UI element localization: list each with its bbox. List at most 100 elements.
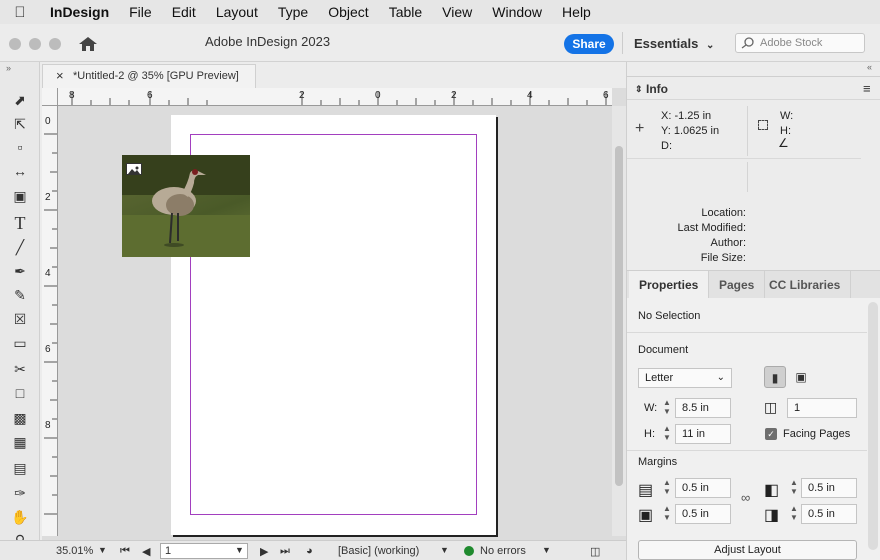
margin-bottom-icon: ▣ <box>638 507 654 524</box>
rectangle-tool-icon[interactable]: ▭ <box>10 333 30 353</box>
menu-layout[interactable]: Layout <box>206 4 268 20</box>
vertical-ruler[interactable]: 0 2 4 6 8 <box>42 106 58 536</box>
menu-edit[interactable]: Edit <box>162 4 206 20</box>
gap-tool-icon[interactable]: ↔ <box>10 161 30 181</box>
content-collector-icon[interactable]: ▣ <box>10 186 30 206</box>
page-size-select[interactable]: Letter ⌄ <box>638 368 732 388</box>
adjust-layout-button[interactable]: Adjust Layout <box>638 540 857 560</box>
properties-scrollbar[interactable] <box>868 302 878 550</box>
bounding-box-icon <box>758 120 768 130</box>
scissors-tool-icon[interactable]: ✂ <box>10 359 30 379</box>
line-tool-icon[interactable]: ╱ <box>10 237 30 257</box>
last-page-icon[interactable]: ⏭ <box>280 545 290 558</box>
page-size-value: Letter <box>645 372 674 384</box>
preflight-errors[interactable]: No errors <box>480 545 526 557</box>
divider <box>627 158 861 159</box>
previous-page-icon[interactable]: ◀ <box>142 545 150 558</box>
placed-image-frame[interactable] <box>122 155 250 257</box>
height-stepper[interactable]: ▲ ▼ <box>660 424 674 444</box>
vertical-ruler-ticks <box>44 133 57 515</box>
width-stepper[interactable]: ▲ ▼ <box>660 398 674 418</box>
tab-properties[interactable]: Properties <box>629 271 710 299</box>
window-zoom-button[interactable] <box>49 38 61 50</box>
height-field[interactable]: 11 in <box>675 424 731 444</box>
chevron-down-icon[interactable]: ▼ <box>98 545 107 555</box>
document-tab[interactable]: × *Untitled-2 @ 35% [GPU Preview] <box>42 64 256 88</box>
selection-status: No Selection <box>638 310 701 322</box>
window-minimize-button[interactable] <box>29 38 41 50</box>
workspace-switcher[interactable]: Essentials ⌄ <box>634 36 714 51</box>
ruler-label: 4 <box>45 268 51 279</box>
tab-pages[interactable]: Pages <box>709 271 766 299</box>
apple-menu-icon[interactable]:  <box>0 4 40 21</box>
ruler-label: 2 <box>299 90 305 101</box>
menu-view[interactable]: View <box>432 4 482 20</box>
gradient-swatch-tool-icon[interactable]: ▩ <box>10 408 30 428</box>
margin-inside-field[interactable]: 0.5 in <box>801 478 857 498</box>
margin-inside-stepper[interactable]: ▲ ▼ <box>787 478 801 498</box>
link-margins-icon[interactable]: ∞ <box>741 490 750 505</box>
collapse-icon[interactable]: » <box>6 63 11 73</box>
margin-top-stepper[interactable]: ▲ ▼ <box>660 478 674 498</box>
zoom-level[interactable]: 35.01% <box>56 545 93 557</box>
ruler-origin[interactable] <box>42 88 58 106</box>
menu-help[interactable]: Help <box>552 4 601 20</box>
menu-type[interactable]: Type <box>268 4 318 20</box>
chevron-down-icon[interactable]: ▼ <box>542 545 551 555</box>
note-tool-icon[interactable]: ▤ <box>10 458 30 478</box>
landscape-orientation-icon[interactable]: ▣ <box>790 366 812 388</box>
type-tool-icon[interactable]: T <box>10 213 30 233</box>
menu-app[interactable]: InDesign <box>40 4 119 20</box>
share-button[interactable]: Share <box>564 34 614 54</box>
width-field[interactable]: 8.5 in <box>675 398 731 418</box>
gradient-feather-tool-icon[interactable]: ▦ <box>10 432 30 452</box>
split-window-icon[interactable]: ◫ <box>590 545 600 558</box>
preflight-profile[interactable]: [Basic] (working) <box>338 545 419 557</box>
panel-menu-icon[interactable]: ≡ <box>863 77 871 101</box>
home-icon[interactable] <box>78 35 98 53</box>
free-transform-tool-icon[interactable]: □ <box>10 383 30 403</box>
chevron-down-icon[interactable]: ▼ <box>440 545 449 555</box>
margin-top-field[interactable]: 0.5 in <box>675 478 731 498</box>
eyedropper-tool-icon[interactable]: ✑ <box>10 483 30 503</box>
page-tool-icon[interactable]: ▫ <box>10 137 30 157</box>
crosshair-icon: + <box>635 120 645 137</box>
pencil-tool-icon[interactable]: ✎ <box>10 285 30 305</box>
first-page-icon[interactable]: ⏮ <box>120 545 130 558</box>
document-heading: Document <box>638 344 689 356</box>
menu-file[interactable]: File <box>119 4 162 20</box>
number-of-pages-field[interactable]: 1 <box>787 398 857 418</box>
menu-window[interactable]: Window <box>482 4 552 20</box>
window-close-button[interactable] <box>9 38 21 50</box>
margin-bottom-stepper[interactable]: ▲ ▼ <box>660 504 674 524</box>
document-canvas[interactable]: 8 6 2 0 2 4 6 0 2 4 6 8 <box>42 88 626 540</box>
direct-selection-tool-icon[interactable]: ⇱ <box>10 114 30 134</box>
status-ok-icon <box>464 546 474 556</box>
rectangle-frame-tool-icon[interactable]: ☒ <box>10 309 30 329</box>
margin-bottom-field[interactable]: 0.5 in <box>675 504 731 524</box>
margin-outside-field[interactable]: 0.5 in <box>801 504 857 524</box>
info-location: Location: <box>701 207 746 219</box>
application-bar: Adobe InDesign 2023 Share Essentials ⌄ A… <box>0 24 880 62</box>
horizontal-ruler[interactable]: 8 6 2 0 2 4 6 <box>58 88 612 106</box>
page-number-field[interactable]: 1 ▼ <box>160 543 248 559</box>
facing-pages-checkbox[interactable]: ✓ <box>765 428 777 440</box>
portrait-orientation-icon[interactable]: ▮ <box>764 366 786 388</box>
collapse-icon[interactable]: « <box>867 62 872 72</box>
ruler-label: 2 <box>45 192 51 203</box>
pen-tool-icon[interactable]: ✒ <box>10 261 30 281</box>
adobe-stock-search[interactable]: Adobe Stock <box>735 33 865 53</box>
hand-tool-icon[interactable]: ✋ <box>10 507 30 527</box>
vertical-scrollbar[interactable] <box>612 106 626 536</box>
divider <box>627 332 867 333</box>
next-page-icon[interactable]: ▶ <box>260 545 268 558</box>
menu-table[interactable]: Table <box>379 4 432 20</box>
close-icon[interactable]: × <box>56 65 64 87</box>
info-panel-header[interactable]: ⇕ Info ≡ <box>627 76 880 100</box>
tab-cc-libraries[interactable]: CC Libraries <box>759 271 852 299</box>
preflight-icon[interactable]: ◕ <box>306 545 313 557</box>
menu-object[interactable]: Object <box>318 4 378 20</box>
margin-outside-stepper[interactable]: ▲ ▼ <box>787 504 801 524</box>
selection-tool-icon[interactable]: ⬈ <box>10 90 30 110</box>
scrollbar-thumb[interactable] <box>615 146 623 486</box>
